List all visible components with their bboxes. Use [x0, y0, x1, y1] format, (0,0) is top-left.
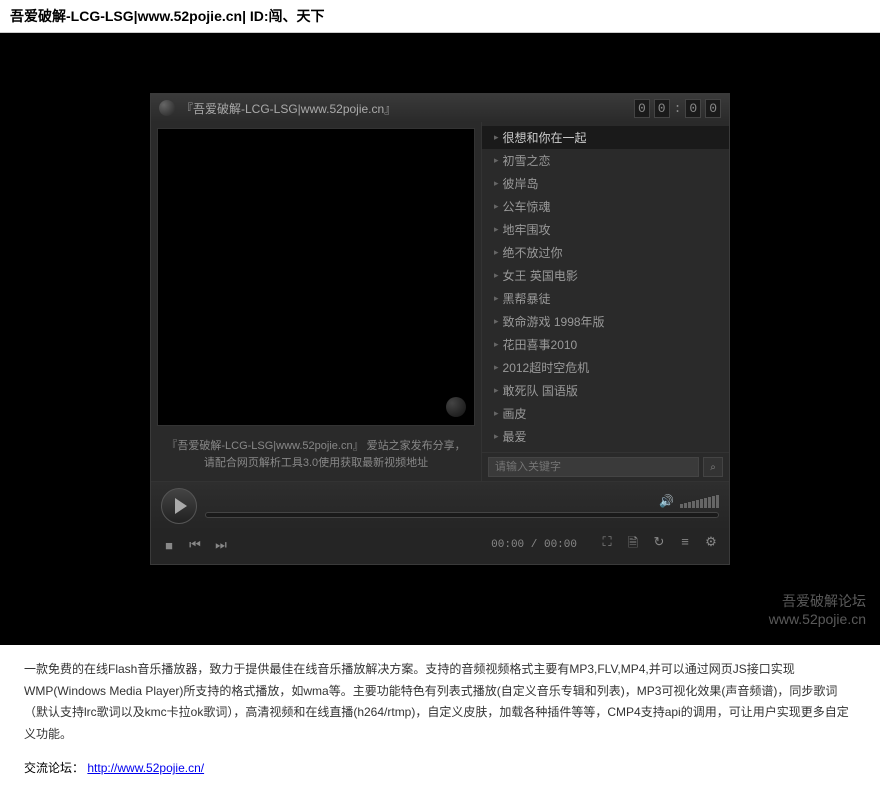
playlist-item[interactable]: ▸ 地牢围攻 [482, 218, 729, 241]
playlist-item[interactable]: ▸ 2012超时空危机 [482, 356, 729, 379]
clock-m1: 0 [685, 99, 701, 118]
playlist-item[interactable]: ▸ 最爱 [482, 425, 729, 448]
app-icon [159, 100, 175, 116]
playlist-item-label: 最爱 [503, 428, 527, 445]
time-display: 00:00 / 00:00 [491, 539, 577, 551]
chevron-right-icon: ▸ [494, 362, 499, 373]
clock-h1: 0 [634, 99, 650, 118]
playlist-item[interactable]: ▸ 绝不放过你 [482, 241, 729, 264]
volume-slider[interactable] [680, 495, 719, 508]
video-container: 『吾爱破解-LCG-LSG|www.52pojie.cn』 0 0 : 0 0 … [0, 33, 880, 645]
volume-area: 🔊 [205, 494, 719, 508]
video-area: 『吾爱破解-LCG-LSG|www.52pojie.cn』 爱站之家发布分享，请… [151, 122, 481, 481]
playlist-item-label: 画皮 [503, 405, 527, 422]
playlist-item-label: 地牢围攻 [503, 221, 551, 238]
playlist-item[interactable]: ▸ 画皮 [482, 402, 729, 425]
chevron-right-icon: ▸ [494, 178, 499, 189]
volume-icon[interactable]: 🔊 [659, 494, 674, 508]
description-text: 一款免费的在线Flash音乐播放器，致力于提供最佳在线音乐播放解决方案。支持的音… [0, 645, 880, 759]
settings-button[interactable]: ⚙ [703, 534, 719, 556]
time-total: 00:00 [544, 539, 577, 551]
playlist-item[interactable]: ▸ 公车惊魂 [482, 195, 729, 218]
prev-button[interactable]: ⏮ [187, 537, 203, 553]
playlist-item-label: 黑帮暴徒 [503, 290, 551, 307]
video-screen[interactable] [157, 128, 475, 426]
playlist-item[interactable]: ▸ 初雪之恋 [482, 149, 729, 172]
clock-display: 0 0 : 0 0 [634, 99, 721, 118]
playlist-item[interactable]: ▸ 敢死队 国语版 [482, 379, 729, 402]
playlist-item-label: 公车惊魂 [503, 198, 551, 215]
chevron-right-icon: ▸ [494, 201, 499, 212]
playlist-area: ▸ 很想和你在一起 ▸ 初雪之恋 ▸ 彼岸岛 ▸ 公车惊魂 ▸ 地牢围攻 ▸ 绝不放过你 ▸ 女王 英国电… [481, 122, 729, 481]
chevron-right-icon: ▸ [494, 385, 499, 396]
search-input[interactable] [488, 457, 699, 477]
playlist-button[interactable]: ≡ [677, 534, 693, 556]
playlist-item-label: 敢死队 国语版 [503, 382, 578, 399]
search-icon: ⌕ [710, 462, 716, 473]
playlist-item[interactable]: ▸ 彼岸岛 [482, 172, 729, 195]
progress-bar[interactable] [205, 512, 719, 518]
player-window: 『吾爱破解-LCG-LSG|www.52pojie.cn』 0 0 : 0 0 … [150, 93, 730, 565]
chevron-right-icon: ▸ [494, 224, 499, 235]
search-button[interactable]: ⌕ [703, 457, 723, 477]
chevron-right-icon: ▸ [494, 132, 499, 143]
clock-colon: : [674, 101, 682, 116]
play-button[interactable] [161, 488, 197, 524]
video-logo-icon [446, 397, 466, 417]
chevron-right-icon: ▸ [494, 408, 499, 419]
playlist-item-label: 彼岸岛 [503, 175, 539, 192]
right-controls: ⛶ 🗎 ↻ ≡ ⚙ [599, 534, 719, 556]
playlist-item[interactable]: ▸ 很想和你在一起 [482, 126, 729, 149]
playlist-item-label: 花田喜事2010 [503, 336, 578, 353]
forum-label: 交流论坛： [24, 761, 84, 775]
playlist-item-label: 很想和你在一起 [503, 129, 587, 146]
controls-bottom: ■ ⏮ ⏭ 00:00 / 00:00 ⛶ 🗎 ↻ ≡ ⚙ [151, 530, 729, 564]
video-caption: 『吾爱破解-LCG-LSG|www.52pojie.cn』 爱站之家发布分享，请… [151, 432, 481, 481]
playlist-item-label: 2012超时空危机 [503, 359, 590, 376]
playlist-item[interactable]: ▸ 致命游戏 1998年版 [482, 310, 729, 333]
lyrics-button[interactable]: 🗎 [625, 534, 641, 556]
playlist-item-label: 绝不放过你 [503, 244, 563, 261]
titlebar-text: 『吾爱破解-LCG-LSG|www.52pojie.cn』 [181, 100, 628, 117]
repeat-button[interactable]: ↻ [651, 534, 667, 556]
chevron-right-icon: ▸ [494, 155, 499, 166]
playlist-item[interactable]: ▸ 女王 英国电影 [482, 264, 729, 287]
playlist-item-label: 致命游戏 1998年版 [503, 313, 605, 330]
clock-m2: 0 [705, 99, 721, 118]
progress-area: 🔊 [205, 494, 719, 518]
page-title: 吾爱破解-LCG-LSG|www.52pojie.cn| ID:闯、天下 [0, 0, 880, 33]
chevron-right-icon: ▸ [494, 270, 499, 281]
chevron-right-icon: ▸ [494, 316, 499, 327]
next-button[interactable]: ⏭ [213, 537, 229, 553]
playlist-item-label: 初雪之恋 [503, 152, 551, 169]
play-icon [175, 498, 187, 514]
playlist: ▸ 很想和你在一起 ▸ 初雪之恋 ▸ 彼岸岛 ▸ 公车惊魂 ▸ 地牢围攻 ▸ 绝不放过你 ▸ 女王 英国电… [482, 122, 729, 452]
playlist-item-label: 女王 英国电影 [503, 267, 578, 284]
forum-link-row: 交流论坛： http://www.52pojie.cn/ [0, 759, 880, 790]
fullscreen-button[interactable]: ⛶ [599, 534, 615, 556]
chevron-right-icon: ▸ [494, 339, 499, 350]
forum-link[interactable]: http://www.52pojie.cn/ [87, 761, 204, 775]
playlist-item[interactable]: ▸ 花田喜事2010 [482, 333, 729, 356]
player-titlebar: 『吾爱破解-LCG-LSG|www.52pojie.cn』 0 0 : 0 0 [151, 94, 729, 122]
clock-h2: 0 [654, 99, 670, 118]
search-row: ⌕ [482, 452, 729, 481]
chevron-right-icon: ▸ [494, 293, 499, 304]
playlist-item[interactable]: ▸ 黑帮暴徒 [482, 287, 729, 310]
chevron-right-icon: ▸ [494, 247, 499, 258]
player-body: 『吾爱破解-LCG-LSG|www.52pojie.cn』 爱站之家发布分享，请… [151, 122, 729, 481]
chevron-right-icon: ▸ [494, 431, 499, 442]
controls-row: 🔊 [151, 481, 729, 530]
time-current: 00:00 [491, 539, 524, 551]
stop-button[interactable]: ■ [161, 538, 177, 553]
